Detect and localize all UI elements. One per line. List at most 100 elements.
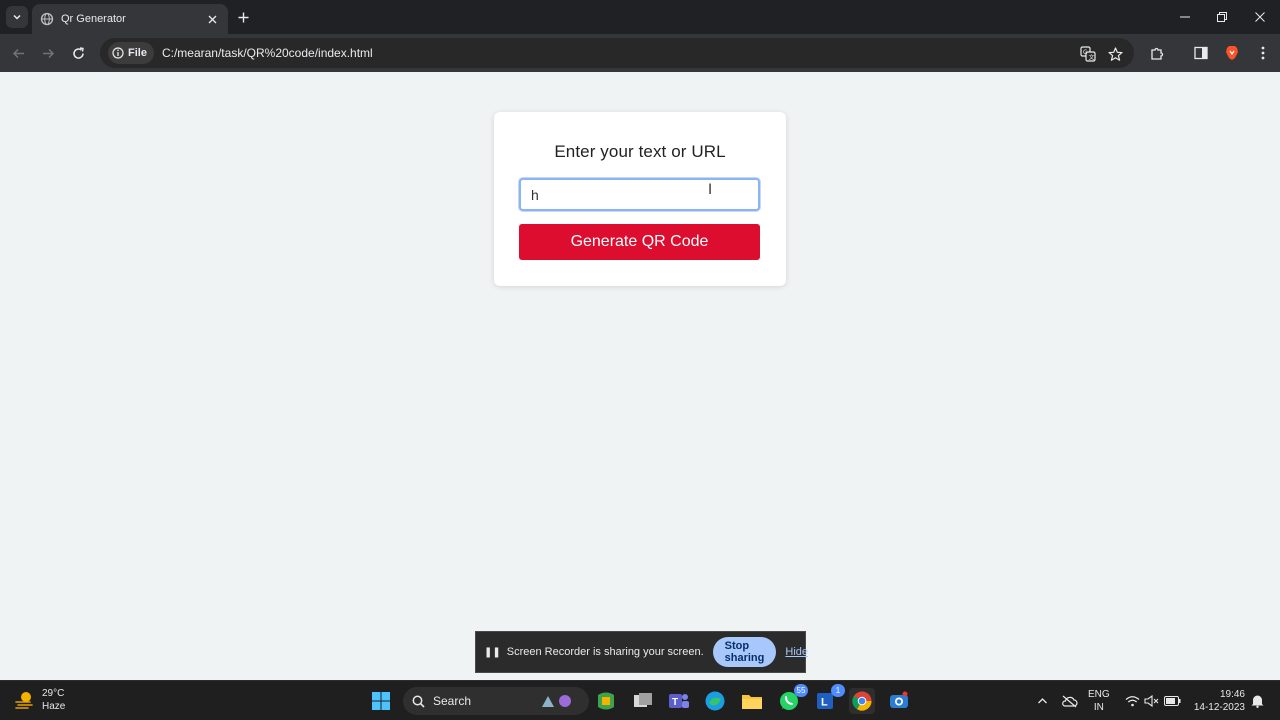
notifications-button[interactable]: [1250, 689, 1264, 713]
generate-qr-button[interactable]: Generate QR Code: [519, 224, 760, 260]
taskbar-recorder[interactable]: [886, 688, 912, 714]
cloud-off-icon: [1061, 695, 1078, 707]
wifi-tray-button[interactable]: [1124, 689, 1140, 713]
windows-icon: [372, 692, 390, 710]
extensions-button[interactable]: [1146, 42, 1168, 64]
taskbar-search[interactable]: Search: [403, 687, 589, 715]
sun-haze-icon: [15, 692, 33, 709]
translate-icon: G文: [1080, 46, 1096, 62]
chevron-up-icon: [1037, 697, 1047, 703]
arrow-left-icon: [12, 48, 24, 58]
restore-icon: [1217, 12, 1227, 22]
taskbar-copilot[interactable]: [593, 688, 619, 714]
svg-text:L: L: [821, 697, 828, 709]
task-view-icon: [634, 693, 652, 707]
browser-menu-button[interactable]: [1252, 42, 1274, 64]
svg-text:T: T: [672, 697, 678, 708]
close-icon: [1255, 12, 1265, 22]
teams-badge: 1: [831, 684, 845, 697]
brave-extension-button[interactable]: [1221, 42, 1243, 64]
volume-muted-icon: [1143, 695, 1158, 707]
site-info-chip[interactable]: File: [108, 42, 154, 64]
battery-tray-button[interactable]: [1163, 689, 1181, 713]
qr-form-card: Enter your text or URL I Generate QR Cod…: [494, 112, 786, 286]
taskbar-task-view[interactable]: [630, 688, 656, 714]
page-viewport: Enter your text or URL I Generate QR Cod…: [0, 72, 1280, 680]
text-cursor-icon: I: [708, 182, 713, 198]
weather-condition: Haze: [42, 701, 66, 712]
side-panel-icon: [1194, 46, 1208, 60]
minimize-button[interactable]: [1166, 0, 1204, 34]
teams-icon: T: [669, 694, 689, 708]
close-icon: [208, 15, 216, 23]
folder-icon: [742, 695, 762, 709]
tab-strip: Qr Generator: [0, 0, 1280, 34]
taskbar-file-explorer[interactable]: [739, 688, 765, 714]
bell-icon: [1251, 695, 1263, 708]
side-panel-button[interactable]: [1190, 42, 1212, 64]
tab-search-button[interactable]: [6, 6, 28, 28]
camera-icon: [890, 691, 908, 708]
info-icon: [112, 47, 124, 59]
taskbar-whatsapp[interactable]: 55: [776, 684, 808, 714]
search-icon: [412, 695, 425, 708]
more-vertical-icon: [1261, 46, 1265, 60]
volume-tray-button[interactable]: [1143, 689, 1159, 713]
show-hidden-icons-button[interactable]: [1035, 689, 1049, 713]
puzzle-icon: [1150, 47, 1163, 60]
new-tab-button[interactable]: [233, 7, 253, 27]
translate-button[interactable]: G文: [1079, 45, 1097, 63]
chrome-icon: [852, 691, 872, 711]
taskbar-lync[interactable]: L 1: [813, 684, 845, 714]
taskbar-teams[interactable]: T: [666, 688, 692, 714]
lion-shield-icon: [1226, 46, 1238, 60]
taskbar-edge[interactable]: [702, 688, 728, 714]
search-label: Search: [433, 694, 472, 708]
reload-icon: [72, 46, 84, 59]
wifi-icon: [1125, 696, 1139, 707]
reload-button[interactable]: [67, 42, 89, 64]
address-bar[interactable]: File C:/mearan/task/QR%20code/index.html…: [100, 38, 1134, 68]
taskbar-chrome[interactable]: [849, 688, 875, 714]
restore-button[interactable]: [1203, 0, 1241, 34]
back-button[interactable]: [7, 42, 29, 64]
star-icon: [1107, 46, 1123, 61]
stop-sharing-button[interactable]: Stop sharing: [712, 637, 777, 667]
weather-temp: 29°C: [42, 688, 65, 699]
weather-widget[interactable]: 29°C Haze: [14, 687, 65, 713]
plus-icon: [238, 12, 248, 22]
region-code: IN: [1093, 702, 1104, 713]
start-button[interactable]: [368, 688, 394, 714]
screen-share-bar: ❚❚ Screen Recorder is sharing your scree…: [475, 631, 808, 673]
svg-text:G: G: [1083, 49, 1088, 56]
browser-toolbar: File C:/mearan/task/QR%20code/index.html…: [0, 34, 1280, 72]
copilot-icon: [598, 692, 614, 710]
forward-button[interactable]: [37, 42, 59, 64]
globe-icon: [40, 12, 54, 26]
share-message: Screen Recorder is sharing your screen.: [506, 646, 704, 658]
language-indicator[interactable]: ENG IN: [1088, 688, 1110, 714]
tab-title: Qr Generator: [61, 13, 126, 25]
window-close-button[interactable]: [1241, 0, 1279, 34]
clock-date: 14-12-2023: [1193, 702, 1245, 713]
onedrive-tray-button[interactable]: [1060, 689, 1078, 713]
svg-text:文: 文: [1089, 54, 1095, 62]
chevron-down-icon: [13, 14, 21, 20]
edge-icon: [705, 691, 725, 711]
language-code: ENG: [1088, 689, 1110, 700]
taskbar: 29°C Haze Search T 55 L 1 ENG IN 19:46 1…: [0, 680, 1280, 720]
battery-icon: [1163, 696, 1180, 706]
bookmark-button[interactable]: [1106, 45, 1124, 63]
minimize-icon: [1180, 16, 1190, 18]
clock[interactable]: 19:46 14-12-2023: [1189, 688, 1245, 714]
pause-icon: ❚❚: [484, 646, 501, 658]
text-url-input[interactable]: [519, 178, 760, 211]
arrow-right-icon: [42, 48, 54, 58]
hide-link[interactable]: Hide: [785, 646, 808, 658]
tab-close-button[interactable]: [204, 11, 220, 27]
site-info-label: File: [128, 47, 147, 59]
whatsapp-badge: 55: [794, 684, 808, 697]
form-heading: Enter your text or URL: [554, 142, 726, 161]
search-highlight-icon: [542, 695, 571, 707]
browser-tab[interactable]: Qr Generator: [32, 4, 228, 34]
